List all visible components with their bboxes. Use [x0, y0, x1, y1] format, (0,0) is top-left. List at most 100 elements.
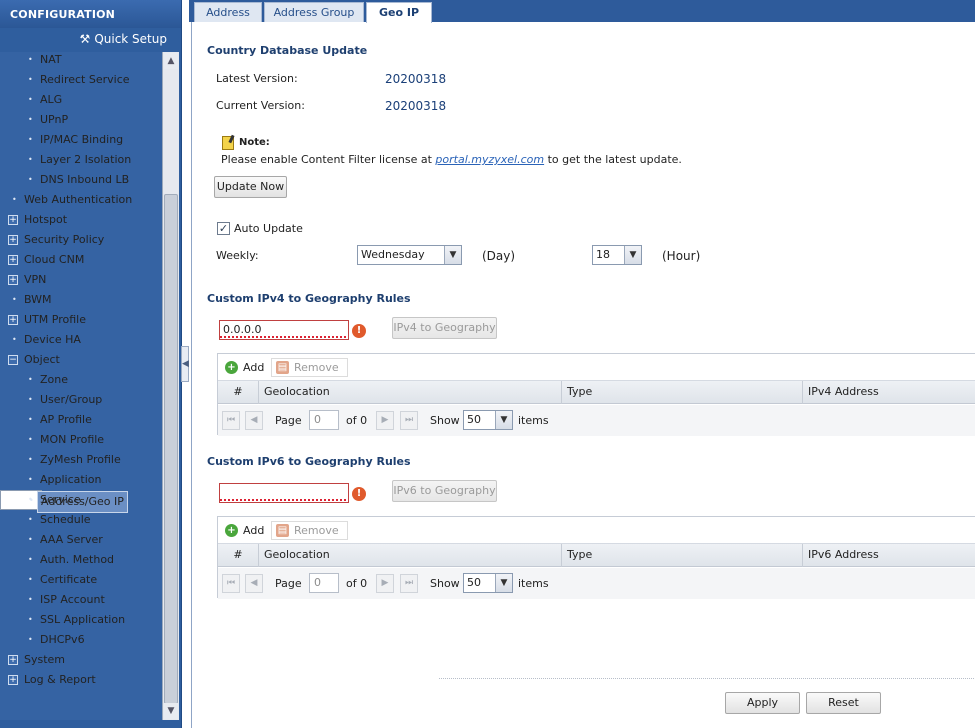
day-unit: (Day) — [482, 249, 516, 263]
sidebar-item-nat[interactable]: • NAT — [0, 52, 162, 70]
prev-page-icon[interactable]: ◀ — [245, 574, 263, 593]
tab-address[interactable]: Address — [194, 2, 262, 22]
column-header-number[interactable]: # — [218, 544, 259, 567]
sidebar-item-zone[interactable]: • Zone — [0, 370, 162, 390]
sidebar-item-cloud-cnm[interactable]: + Cloud CNM — [0, 250, 162, 270]
reset-button[interactable]: Reset — [806, 692, 881, 714]
sidebar-item-dns-inbound-lb[interactable]: • DNS Inbound LB — [0, 170, 162, 190]
sidebar-item-auth-method[interactable]: • Auth. Method — [0, 550, 162, 570]
scrollbar-thumb[interactable] — [164, 194, 178, 704]
scroll-down-icon[interactable]: ▼ — [164, 703, 178, 719]
column-header-geolocation[interactable]: Geolocation — [259, 381, 562, 404]
column-header-ipv4-address[interactable]: IPv4 Address — [803, 381, 975, 404]
sidebar-item-security-policy[interactable]: + Security Policy — [0, 230, 162, 250]
expand-icon[interactable]: + — [8, 655, 18, 665]
sidebar-item-mon-profile[interactable]: • MON Profile — [0, 430, 162, 450]
sidebar-item-zymesh-profile[interactable]: • ZyMesh Profile — [0, 450, 162, 470]
bullet-icon: • — [28, 435, 33, 444]
bullet-icon: • — [28, 555, 33, 564]
section-title-ipv4: Custom IPv4 to Geography Rules — [207, 292, 411, 305]
tab-geo-ip[interactable]: Geo IP — [366, 2, 432, 23]
expand-icon[interactable]: + — [8, 275, 18, 285]
last-page-icon[interactable]: ⏭ — [400, 574, 418, 593]
sidebar-item-label: AP Profile — [40, 413, 92, 426]
sidebar-item-application[interactable]: • Application — [0, 470, 162, 490]
ipv4-page-size-select[interactable]: 50 ▼ — [463, 410, 513, 430]
apply-button[interactable]: Apply — [725, 692, 800, 714]
ipv6-input[interactable] — [219, 483, 349, 503]
sidebar-item-user-group[interactable]: • User/Group — [0, 390, 162, 410]
collapse-icon[interactable]: − — [8, 355, 18, 365]
last-page-icon[interactable]: ⏭ — [400, 411, 418, 430]
sidebar-item-log-report[interactable]: + Log & Report — [0, 670, 162, 690]
expand-icon[interactable]: + — [8, 235, 18, 245]
portal-link[interactable]: portal.myzyxel.com — [435, 153, 544, 166]
ipv6-page-size-select[interactable]: 50 ▼ — [463, 573, 513, 593]
sidebar-item-web-authentication[interactable]: • Web Authentication — [0, 190, 162, 210]
tab-address-group[interactable]: Address Group — [264, 2, 364, 22]
sidebar-item-label: UPnP — [40, 113, 69, 126]
sidebar-item-layer-2-isolation[interactable]: • Layer 2 Isolation — [0, 150, 162, 170]
sidebar-item-dhcpv6[interactable]: • DHCPv6 — [0, 630, 162, 650]
sidebar-item-ssl-application[interactable]: • SSL Application — [0, 610, 162, 630]
prev-page-icon[interactable]: ◀ — [245, 411, 263, 430]
ipv6-to-geography-button[interactable]: IPv6 to Geography — [392, 480, 497, 502]
ipv4-add-button[interactable]: + Add — [220, 358, 273, 377]
expand-icon[interactable]: + — [8, 675, 18, 685]
ipv4-page-input[interactable]: 0 — [309, 410, 339, 430]
sidebar: CONFIGURATION ⚒ Quick Setup • NAT • Redirect… — [0, 0, 182, 728]
sidebar-item-system[interactable]: + System — [0, 650, 162, 670]
sidebar-item-utm-profile[interactable]: + UTM Profile — [0, 310, 162, 330]
day-select[interactable]: Wednesday ▼ — [357, 245, 462, 265]
sidebar-item-bwm[interactable]: • BWM — [0, 290, 162, 310]
next-page-icon[interactable]: ▶ — [376, 411, 394, 430]
sidebar-item-label: Cloud CNM — [24, 253, 85, 266]
update-now-button[interactable]: Update Now — [214, 176, 287, 198]
ipv6-remove-button[interactable]: ▤ Remove — [271, 521, 348, 540]
note-text-post: to get the latest update. — [544, 153, 682, 166]
sidebar-item-ip-mac-binding[interactable]: • IP/MAC Binding — [0, 130, 162, 150]
auto-update-checkbox[interactable]: ✓ — [217, 222, 230, 235]
sidebar-item-upnp[interactable]: • UPnP — [0, 110, 162, 130]
sidebar-item-schedule[interactable]: • Schedule — [0, 510, 162, 530]
column-header-geolocation[interactable]: Geolocation — [259, 544, 562, 567]
ipv4-remove-button[interactable]: ▤ Remove — [271, 358, 348, 377]
sidebar-item-certificate[interactable]: • Certificate — [0, 570, 162, 590]
expand-icon[interactable]: + — [8, 255, 18, 265]
sidebar-item-isp-account[interactable]: • ISP Account — [0, 590, 162, 610]
sidebar-item-ap-profile[interactable]: • AP Profile — [0, 410, 162, 430]
sidebar-scrollbar[interactable]: ▲ ▼ — [162, 52, 179, 720]
first-page-icon[interactable]: ⏮ — [222, 411, 240, 430]
expand-icon[interactable]: + — [8, 315, 18, 325]
sidebar-item-service[interactable]: • Service — [0, 490, 162, 510]
column-header-ipv6-address[interactable]: IPv6 Address — [803, 544, 975, 567]
sidebar-item-label: MON Profile — [40, 433, 105, 446]
sidebar-item-redirect-service[interactable]: • Redirect Service — [0, 70, 162, 90]
column-header-type[interactable]: Type — [562, 381, 803, 404]
sidebar-item-alg[interactable]: • ALG — [0, 90, 162, 110]
note-text-pre: Please enable Content Filter license at — [221, 153, 436, 166]
expand-icon[interactable]: + — [8, 215, 18, 225]
ipv4-to-geography-button[interactable]: IPv4 to Geography — [392, 317, 497, 339]
sidebar-item-device-ha[interactable]: • Device HA — [0, 330, 162, 350]
scroll-up-icon[interactable]: ▲ — [164, 53, 178, 69]
ipv4-input[interactable]: 0.0.0.0 — [219, 320, 349, 340]
column-header-number[interactable]: # — [218, 381, 259, 404]
sidebar-item-vpn[interactable]: + VPN — [0, 270, 162, 290]
sidebar-collapse-handle[interactable]: ◀ — [181, 346, 189, 382]
next-page-icon[interactable]: ▶ — [376, 574, 394, 593]
sidebar-item-hotspot[interactable]: + Hotspot — [0, 210, 162, 230]
quick-setup-link[interactable]: ⚒ Quick Setup — [0, 28, 181, 52]
sidebar-item-object[interactable]: − Object — [0, 350, 162, 370]
sidebar-item-aaa-server[interactable]: • AAA Server — [0, 530, 162, 550]
ipv6-page-input[interactable]: 0 — [309, 573, 339, 593]
page-label: Page — [275, 414, 302, 427]
first-page-icon[interactable]: ⏮ — [222, 574, 240, 593]
bullet-icon: • — [28, 635, 33, 644]
items-label: items — [518, 414, 549, 427]
sidebar-item-label: SSL Application — [40, 613, 126, 626]
hour-select[interactable]: 18 ▼ — [592, 245, 642, 265]
ipv6-add-button[interactable]: + Add — [220, 521, 273, 540]
bullet-icon: • — [28, 595, 33, 604]
column-header-type[interactable]: Type — [562, 544, 803, 567]
